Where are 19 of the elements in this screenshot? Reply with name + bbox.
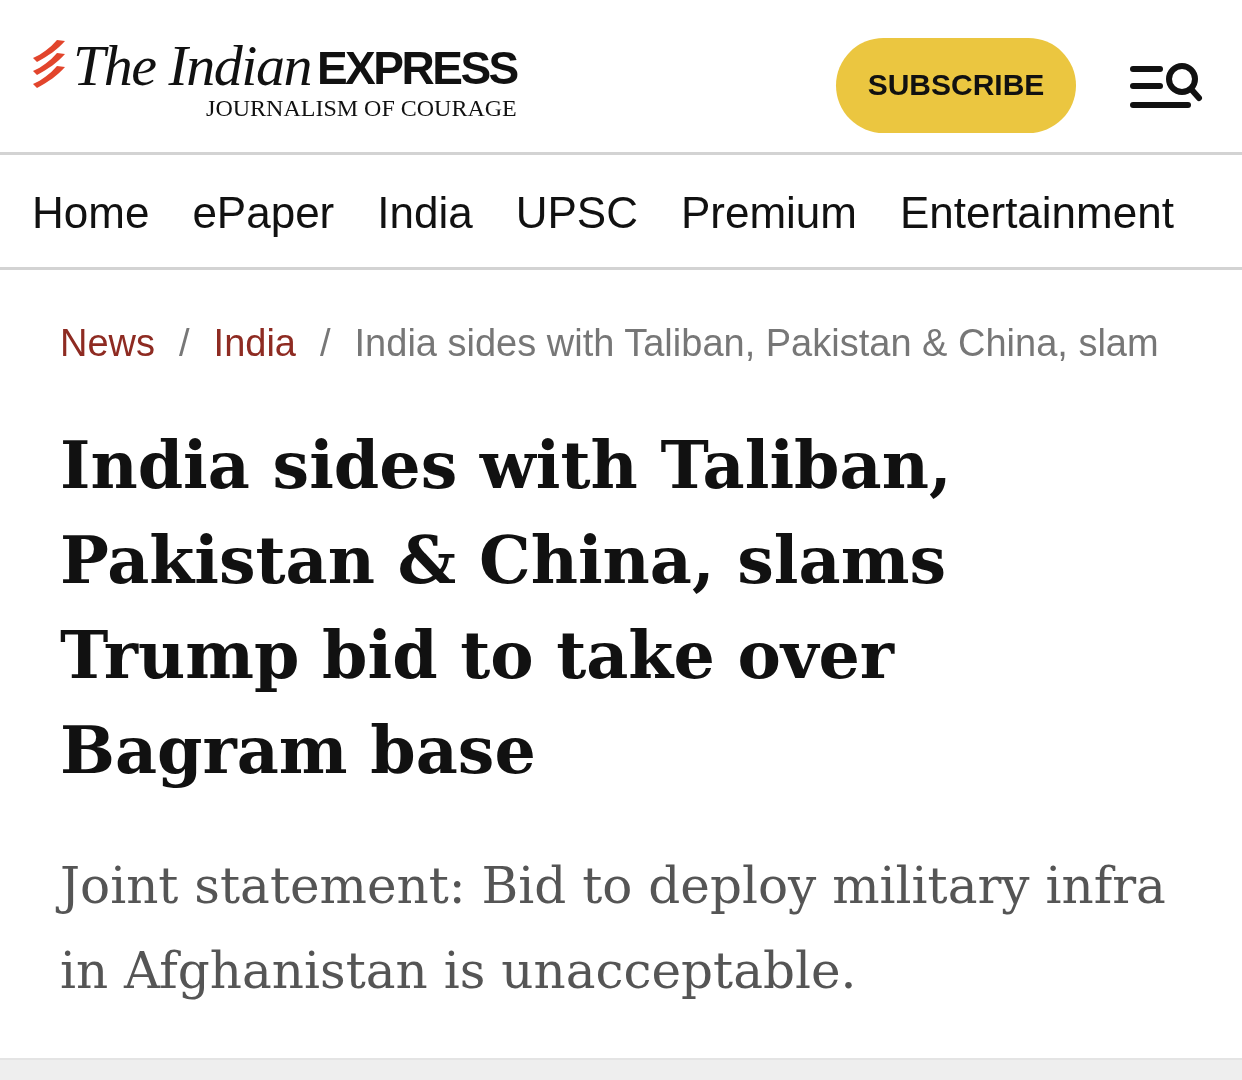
nav-link[interactable]: India — [377, 188, 473, 238]
nav-link[interactable]: UPSC — [515, 188, 638, 238]
breadcrumb-separator: / — [179, 321, 190, 366]
nav-link[interactable]: Entertainment — [899, 188, 1174, 238]
breadcrumb-current: India sides with Taliban, Pakistan & China, slam — [354, 321, 1159, 366]
logo-title-emphasis: EXPRESS — [316, 44, 517, 91]
article-headline: India sides with Taliban, Pakistan & China, slams Trump bid to take over Bagram base — [60, 426, 953, 790]
article-summary: Joint statement: Bid to deploy military infra in Afghanistan is unacceptable. — [52, 844, 1190, 1014]
menu-search-icon[interactable] — [1130, 61, 1204, 109]
logo-title: The Indian — [73, 39, 311, 92]
breadcrumb-link[interactable]: News — [60, 320, 156, 366]
breadcrumb-separator: / — [320, 321, 331, 366]
logo-stripes-icon — [32, 39, 66, 89]
breadcrumb-link[interactable]: India — [213, 320, 296, 366]
nav-link[interactable]: Home — [32, 188, 150, 238]
nav-link[interactable]: ePaper — [192, 188, 335, 238]
nav-link[interactable]: Premium — [680, 188, 857, 238]
subscribe-button[interactable]: SUBSCRIBE — [836, 37, 1076, 133]
logo-tagline: JOURNALISM OF COURAGE — [206, 94, 517, 121]
